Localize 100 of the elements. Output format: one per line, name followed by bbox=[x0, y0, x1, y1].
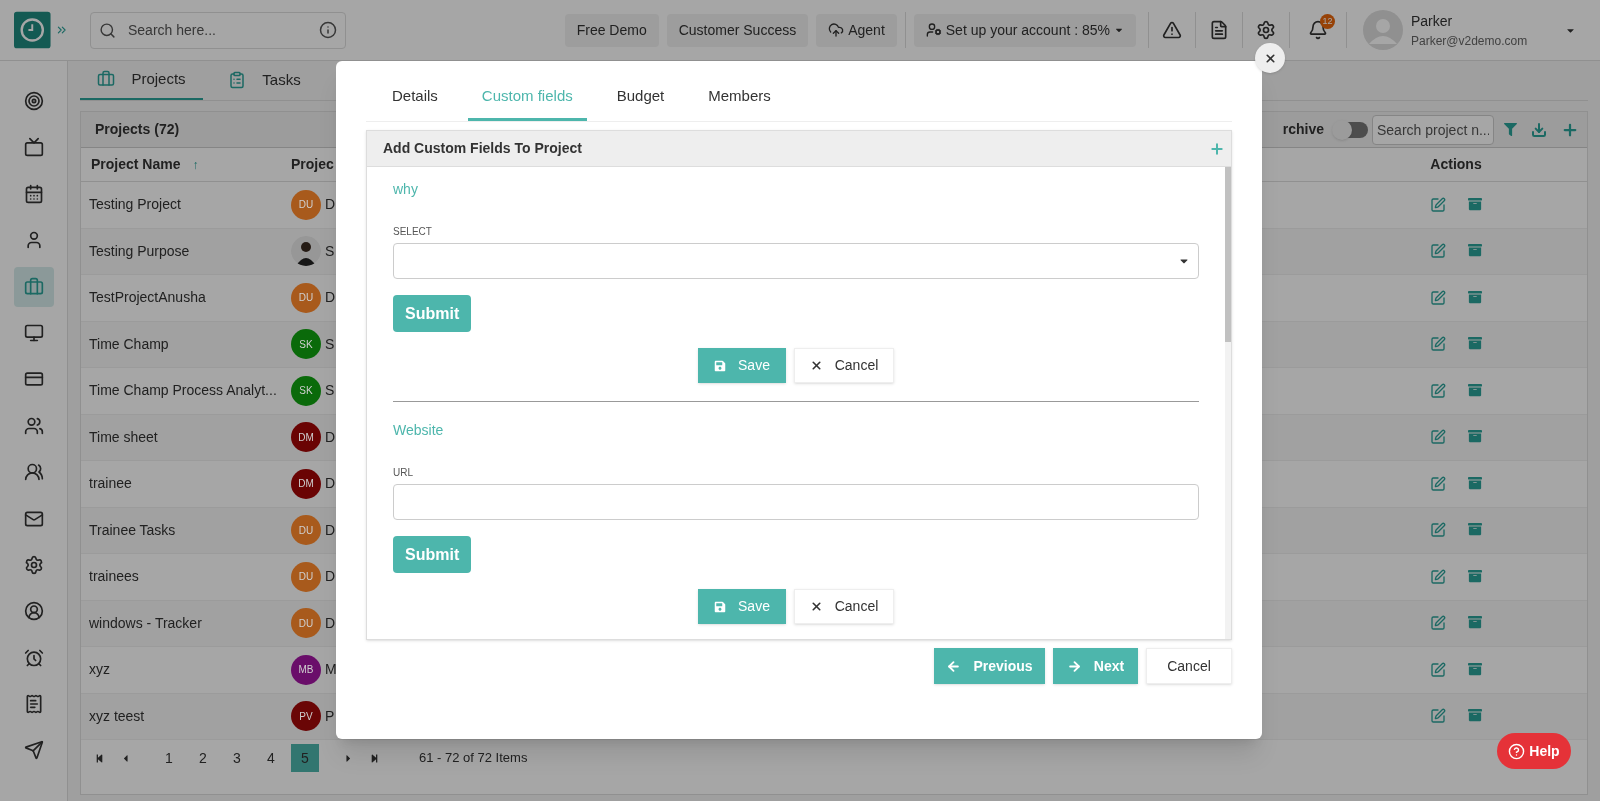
pagination-summary: 61 - 72 of 72 Items bbox=[419, 749, 528, 768]
avatar: DM bbox=[291, 422, 321, 453]
select-field[interactable] bbox=[393, 243, 1199, 279]
info-icon bbox=[319, 21, 337, 39]
avatar: SK bbox=[291, 375, 321, 406]
edit-icon[interactable] bbox=[1430, 196, 1446, 213]
edit-icon[interactable] bbox=[1430, 661, 1446, 678]
edit-icon[interactable] bbox=[1430, 522, 1446, 539]
cancel-button[interactable]: Cancel bbox=[794, 589, 894, 624]
avatar: MB bbox=[291, 654, 321, 685]
download-icon[interactable] bbox=[1531, 121, 1547, 138]
owner-name: D bbox=[325, 567, 336, 587]
avatar: DU bbox=[291, 189, 321, 220]
edit-icon[interactable] bbox=[1430, 429, 1446, 446]
page-button[interactable]: 5 bbox=[291, 744, 319, 772]
page-button[interactable]: 2 bbox=[189, 744, 217, 772]
add-icon[interactable] bbox=[1209, 140, 1225, 157]
archive-label: rchive bbox=[1282, 120, 1324, 139]
avatar: PV bbox=[291, 701, 321, 732]
avatar: SK bbox=[291, 329, 321, 360]
archive-icon[interactable] bbox=[1468, 522, 1482, 537]
first-page-icon[interactable] bbox=[95, 753, 104, 763]
agent-button[interactable]: Agent bbox=[816, 13, 897, 47]
project-name: xyz teest bbox=[88, 706, 146, 726]
scrollbar[interactable] bbox=[1225, 167, 1231, 639]
invoice-icon bbox=[23, 694, 44, 715]
avatar: DU bbox=[291, 515, 321, 546]
archive-icon[interactable] bbox=[1468, 708, 1482, 723]
avatar: DU bbox=[291, 608, 321, 639]
clipboard-icon bbox=[228, 71, 247, 89]
owner-name: M bbox=[325, 660, 337, 680]
page-button[interactable]: 3 bbox=[223, 744, 251, 772]
owner-name: P bbox=[325, 706, 335, 726]
url-field[interactable] bbox=[393, 484, 1199, 520]
user-settings-icon bbox=[925, 22, 942, 38]
profile-icon bbox=[23, 601, 44, 622]
logo-icon bbox=[14, 11, 51, 49]
archive-icon[interactable] bbox=[1468, 429, 1482, 444]
help-button[interactable]: Help bbox=[1497, 733, 1571, 769]
page-tab[interactable]: Projects bbox=[80, 60, 203, 100]
modal-tab[interactable]: Budget bbox=[602, 60, 679, 121]
projects-count: (72) bbox=[154, 120, 180, 139]
modal-tab[interactable]: Details bbox=[378, 60, 452, 121]
edit-icon[interactable] bbox=[1430, 243, 1446, 260]
archive-icon[interactable] bbox=[1468, 475, 1482, 490]
filter-icon[interactable] bbox=[1504, 123, 1517, 136]
project-name: Testing Purpose bbox=[88, 241, 191, 261]
archive-icon[interactable] bbox=[1468, 615, 1482, 630]
archive-icon[interactable] bbox=[1468, 196, 1482, 211]
edit-icon[interactable] bbox=[1430, 615, 1446, 632]
search-field[interactable]: Search here... bbox=[90, 11, 346, 49]
last-page-icon[interactable] bbox=[370, 753, 379, 763]
page-button[interactable]: 4 bbox=[257, 744, 285, 772]
archive-toggle[interactable] bbox=[1334, 121, 1368, 138]
field-title: Website bbox=[393, 421, 445, 440]
user-name: Parker bbox=[1411, 11, 1454, 31]
close-icon bbox=[1263, 51, 1277, 65]
avatar: DU bbox=[291, 561, 321, 592]
page-tab[interactable]: Tasks bbox=[203, 60, 326, 100]
column-header: Actions bbox=[1430, 155, 1482, 174]
edit-icon[interactable] bbox=[1430, 708, 1446, 725]
close-icon bbox=[809, 600, 823, 613]
topbar-button[interactable]: Free Demo bbox=[564, 13, 659, 47]
archive-icon[interactable] bbox=[1468, 568, 1482, 583]
modal-tab[interactable]: Members bbox=[694, 60, 785, 121]
search-input[interactable]: Search here... bbox=[128, 19, 307, 41]
calendar-icon bbox=[23, 183, 44, 204]
archive-icon[interactable] bbox=[1468, 243, 1482, 258]
settings-icon bbox=[1256, 20, 1276, 40]
alert-icon bbox=[1162, 20, 1182, 40]
owner-name: S bbox=[325, 334, 335, 354]
project-name: TestProjectAnusha bbox=[88, 288, 207, 308]
edit-icon[interactable] bbox=[1430, 289, 1446, 306]
owner-name: D bbox=[325, 195, 336, 215]
notification-badge: 12 bbox=[1320, 14, 1335, 29]
project-name: windows - Tracker bbox=[88, 613, 203, 633]
page-button[interactable]: 1 bbox=[155, 744, 183, 772]
archive-icon[interactable] bbox=[1468, 382, 1482, 397]
project-search-field[interactable]: Search project n... bbox=[1372, 114, 1494, 145]
search-icon bbox=[99, 21, 116, 39]
users-icon bbox=[23, 415, 44, 436]
cancel-button[interactable]: Cancel bbox=[1146, 648, 1232, 684]
edit-icon[interactable] bbox=[1430, 475, 1446, 492]
archive-icon[interactable] bbox=[1468, 289, 1482, 304]
setup-account-button[interactable]: Set up your account : 85% bbox=[913, 13, 1136, 47]
archive-icon[interactable] bbox=[1468, 661, 1482, 676]
cancel-button[interactable]: Cancel bbox=[794, 348, 894, 383]
sort-arrow-icon: ↑ bbox=[192, 155, 199, 174]
settings-icon bbox=[23, 554, 44, 575]
briefcase-icon bbox=[97, 70, 116, 88]
monitor-icon bbox=[23, 322, 44, 343]
edit-icon[interactable] bbox=[1430, 336, 1446, 353]
archive-icon[interactable] bbox=[1468, 336, 1482, 351]
column-header[interactable]: Project Name bbox=[91, 154, 181, 175]
edit-icon[interactable] bbox=[1430, 382, 1446, 399]
topbar-button[interactable]: Customer Success bbox=[666, 13, 809, 47]
avatar: DM bbox=[291, 468, 321, 499]
column-header[interactable]: Projec bbox=[291, 154, 334, 175]
cloud-upload-icon bbox=[828, 22, 845, 38]
edit-icon[interactable] bbox=[1430, 568, 1446, 585]
